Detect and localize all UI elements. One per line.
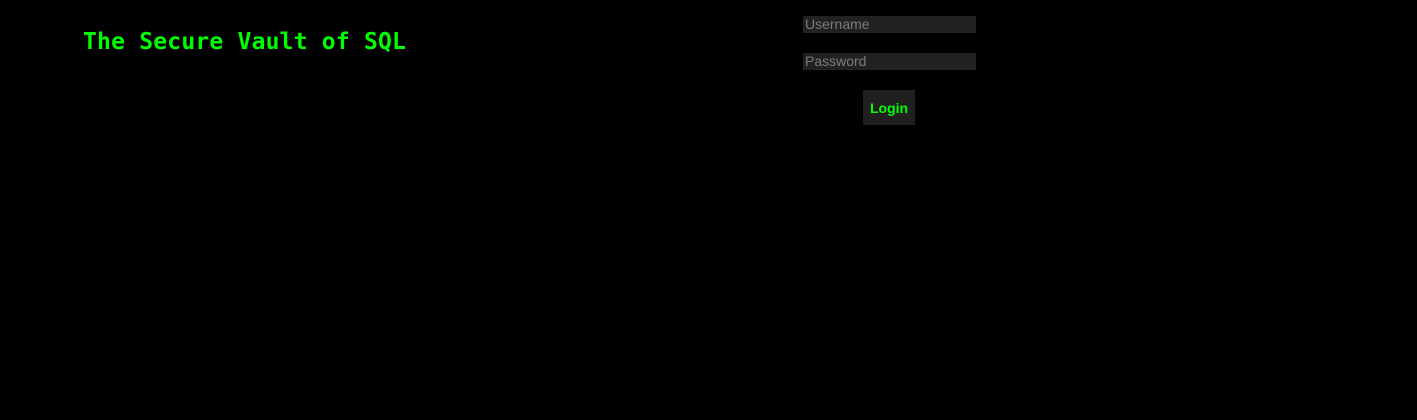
- password-input[interactable]: [803, 53, 976, 70]
- username-input[interactable]: [803, 16, 976, 33]
- login-button[interactable]: Login: [863, 90, 915, 125]
- page-title: The Secure Vault of SQL: [83, 29, 407, 55]
- login-form: Login: [803, 16, 976, 125]
